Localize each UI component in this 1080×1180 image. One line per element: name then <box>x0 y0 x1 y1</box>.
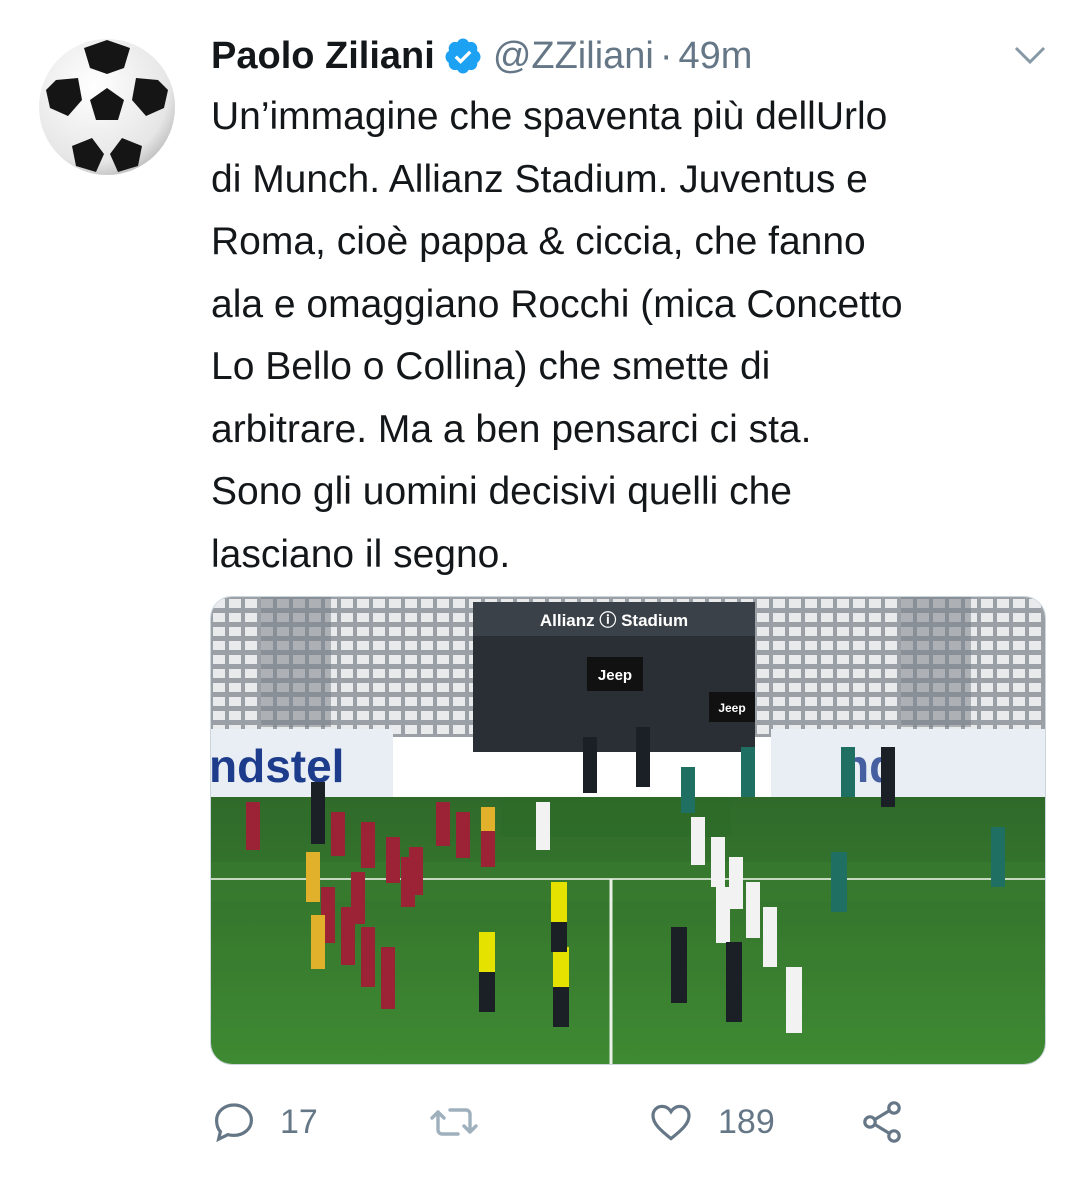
avatar[interactable] <box>38 38 176 176</box>
reply-count: 17 <box>280 1102 318 1141</box>
chevron-down-icon[interactable] <box>1010 40 1050 70</box>
share-icon <box>863 1101 901 1143</box>
tweet-text: Un’immagine che spaventa più dellUrlo di… <box>211 86 1056 586</box>
verified-badge-icon <box>445 38 481 74</box>
tweet-text-line: Un’immagine che spaventa più dellUrlo <box>211 95 888 138</box>
author-handle[interactable]: @ZZiliani <box>493 35 654 78</box>
sponsor-label-2: Jeep <box>718 701 745 715</box>
sponsor-label: Jeep <box>598 667 632 684</box>
stadium-photo: Allianz ⓘ Stadium Jeep Jeep ndstel nd <box>211 597 1045 1064</box>
tweet-text-line: lasciano il segno. <box>211 532 511 576</box>
tweet-text-line: di Munch. Allianz Stadium. Juventus e <box>211 157 868 201</box>
retweet-icon <box>430 1108 478 1136</box>
tweet-action-bar: 17 189 <box>210 1094 1050 1150</box>
tweet-text-line: Sono gli uomini decisivi quelli che <box>211 470 792 513</box>
tweet-media-photo[interactable]: Allianz ⓘ Stadium Jeep Jeep ndstel nd <box>210 596 1046 1065</box>
share-button[interactable] <box>858 1094 906 1150</box>
reply-icon <box>214 1103 254 1143</box>
tweet-text-line: Lo Bello o Collina) che smette di <box>211 345 771 388</box>
reply-button[interactable]: 17 <box>210 1094 318 1150</box>
stadium-sign-text: Allianz ⓘ Stadium <box>540 610 688 630</box>
soccer-ball-icon <box>39 39 175 175</box>
tweet-text-line: ala e omaggiano Rocchi (mica Concetto <box>211 282 903 326</box>
like-count: 189 <box>718 1102 775 1141</box>
tweet-text-line: arbitrare. Ma a ben pensarci ci sta. <box>211 407 812 451</box>
author-name[interactable]: Paolo Ziliani <box>211 35 435 78</box>
tweet-text-line: Roma, cioè pappa & ciccia, che fanno <box>211 220 866 263</box>
heart-icon <box>651 1104 691 1141</box>
retweet-button[interactable] <box>428 1094 502 1150</box>
like-button[interactable]: 189 <box>646 1094 775 1150</box>
separator-dot: · <box>659 34 673 77</box>
tweet-timestamp[interactable]: 49m <box>679 35 753 78</box>
tweet-header: Paolo Ziliani @ZZiliani · 49m <box>211 30 1050 82</box>
